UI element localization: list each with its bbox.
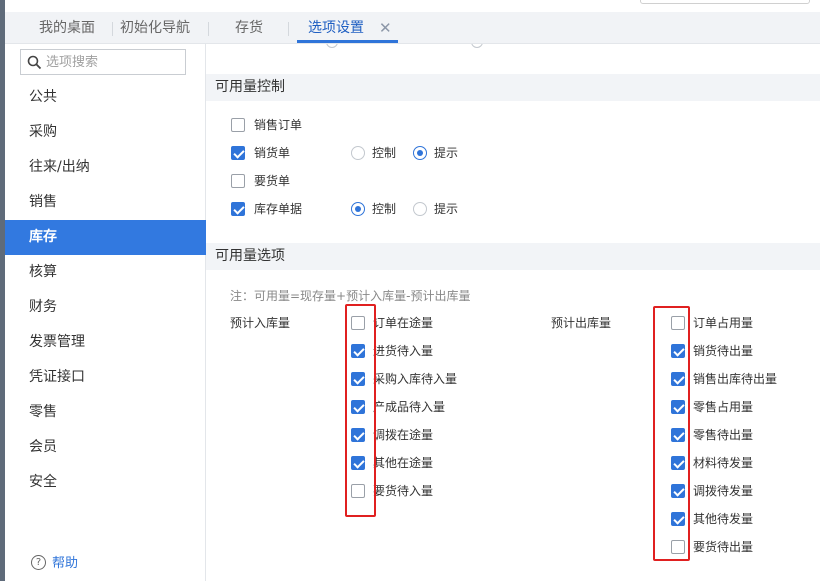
label-hint: 提示 (434, 202, 459, 216)
sidebar-item-public[interactable]: 公共 (5, 80, 206, 115)
sidebar-item-security[interactable]: 安全 (5, 465, 206, 500)
highlight-box-inbound (345, 304, 376, 517)
inbound-item-label: 调拨在途量 (373, 428, 434, 442)
sidebar-item-purchase[interactable]: 采购 (5, 115, 206, 150)
outbound-item-label: 订单占用量 (693, 316, 754, 330)
radio-sales-note-control[interactable] (351, 146, 365, 160)
tab-my-desktop[interactable]: 我的桌面 (39, 12, 95, 44)
label-hint: 提示 (434, 146, 459, 160)
main-content: 可用量控制 销售订单 销货单 控制 提示 要货单 库存单据 控制 提示 可用量选… (206, 44, 820, 581)
search-icon (27, 55, 42, 70)
inbound-item-label: 进货待入量 (373, 344, 434, 358)
formula-note: 注：可用量=现存量+预计入库量-预计出库量 (230, 289, 471, 303)
radio-partial[interactable] (471, 44, 483, 48)
inbound-item-label: 要货待入量 (373, 484, 434, 498)
outbound-item-label: 其他待发量 (693, 512, 754, 526)
outbound-item-label: 零售待出量 (693, 428, 754, 442)
sidebar: 公共采购往来/出纳销售库存核算财务发票管理凭证接口零售会员安全 ? 帮助 (5, 44, 206, 581)
sidebar-item-invoice[interactable]: 发票管理 (5, 325, 206, 360)
tab-inventory[interactable]: 存货 (235, 12, 263, 44)
tab-separator (288, 22, 289, 36)
sidebar-item-voucher-interface[interactable]: 凭证接口 (5, 360, 206, 395)
label-requisition: 要货单 (254, 174, 291, 188)
sidebar-item-costing[interactable]: 核算 (5, 255, 206, 290)
sidebar-item-inventory[interactable]: 库存 (5, 220, 206, 255)
outbound-item-label: 调拨待发量 (693, 484, 754, 498)
outbound-item-label: 销售出库待出量 (693, 372, 778, 386)
outbound-item-label: 零售占用量 (693, 400, 754, 414)
top-strip (5, 0, 820, 12)
outbound-item-label: 要货待出量 (693, 540, 754, 554)
active-tab-indicator (297, 40, 398, 43)
label-inventory-doc: 库存单据 (254, 202, 303, 216)
label-control: 控制 (372, 146, 397, 160)
label-expected-inbound: 预计入库量 (230, 316, 291, 330)
search-input[interactable] (46, 50, 184, 74)
highlight-box-outbound (653, 306, 690, 561)
section-availability-options: 可用量选项 (206, 243, 820, 270)
outbound-item-label: 销货待出量 (693, 344, 754, 358)
label-control: 控制 (372, 202, 397, 216)
radio-sales-note-hint[interactable] (413, 146, 427, 160)
checkbox-sales-order[interactable] (231, 118, 245, 132)
top-search-box[interactable] (640, 0, 810, 4)
checkbox-requisition[interactable] (231, 174, 245, 188)
radio-partial[interactable] (326, 44, 338, 48)
tab-init-guide[interactable]: 初始化导航 (120, 12, 190, 44)
label-expected-outbound: 预计出库量 (551, 316, 612, 330)
section-availability-control: 可用量控制 (206, 74, 820, 101)
sidebar-item-ar-ap-cash[interactable]: 往来/出纳 (5, 150, 206, 185)
tab-separator (112, 22, 113, 36)
inbound-item-label: 其他在途量 (373, 456, 434, 470)
sidebar-item-finance[interactable]: 财务 (5, 290, 206, 325)
label-sales-order: 销售订单 (254, 118, 303, 132)
checkbox-inventory-doc[interactable] (231, 202, 245, 216)
sidebar-item-member[interactable]: 会员 (5, 430, 206, 465)
inbound-item-label: 订单在途量 (373, 316, 434, 330)
radio-inventory-doc-control[interactable] (351, 202, 365, 216)
checkbox-sales-note[interactable] (231, 146, 245, 160)
outbound-item-label: 材料待发量 (693, 456, 754, 470)
label-sales-note: 销货单 (254, 146, 291, 160)
radio-inventory-doc-hint[interactable] (413, 202, 427, 216)
tab-separator (208, 22, 209, 36)
sidebar-item-sales[interactable]: 销售 (5, 185, 206, 220)
help-link[interactable]: ? 帮助 (31, 555, 78, 573)
inbound-item-label: 产成品待入量 (373, 400, 446, 414)
sidebar-item-retail[interactable]: 零售 (5, 395, 206, 430)
help-label: 帮助 (52, 556, 79, 571)
search-box[interactable] (20, 49, 186, 75)
help-icon: ? (31, 555, 46, 570)
inbound-item-label: 采购入库待入量 (373, 372, 458, 386)
tab-bar: 我的桌面 初始化导航 存货 选项设置 ✕ (5, 12, 820, 44)
